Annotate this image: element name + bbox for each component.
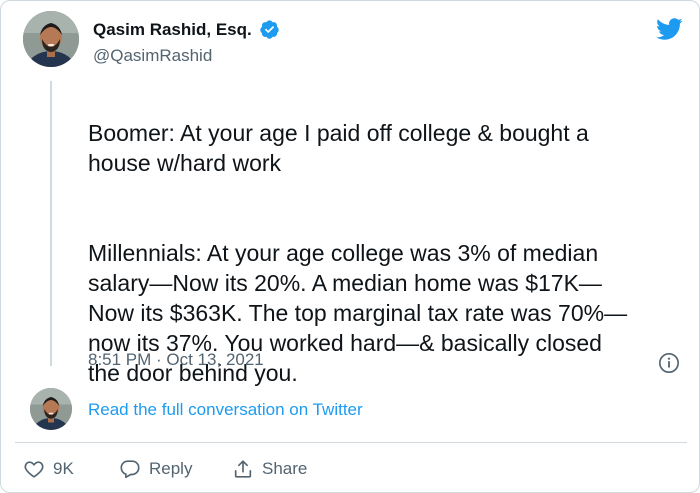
tweet-paragraph: Boomer: At your age I paid off college &…	[88, 120, 589, 176]
like-count: 9K	[53, 459, 74, 478]
author-name[interactable]: Qasim Rashid, Esq.	[93, 20, 252, 40]
info-icon[interactable]	[658, 352, 680, 374]
share-button[interactable]: Share	[232, 456, 307, 482]
tweet-card: Qasim Rashid, Esq. @QasimRashid Boomer: …	[0, 0, 700, 493]
author-handle[interactable]: @QasimRashid	[93, 46, 212, 66]
thread-connector-line	[50, 81, 52, 366]
tweet-timestamp[interactable]: 8:51 PM · Oct 13, 2021	[88, 350, 264, 370]
reply-bubble-icon	[120, 460, 140, 479]
conversation-avatar[interactable]	[30, 388, 72, 430]
share-icon	[234, 460, 252, 478]
read-conversation-link[interactable]: Read the full conversation on Twitter	[88, 400, 363, 420]
reply-button[interactable]: Reply	[119, 456, 192, 482]
divider	[15, 442, 687, 443]
author-avatar[interactable]	[23, 11, 79, 67]
verified-badge-icon	[260, 20, 279, 39]
share-label: Share	[262, 459, 308, 478]
twitter-bird-icon[interactable]	[653, 15, 685, 43]
like-button[interactable]: 9K	[23, 456, 74, 482]
reply-label: Reply	[149, 459, 193, 478]
heart-icon	[24, 461, 44, 478]
